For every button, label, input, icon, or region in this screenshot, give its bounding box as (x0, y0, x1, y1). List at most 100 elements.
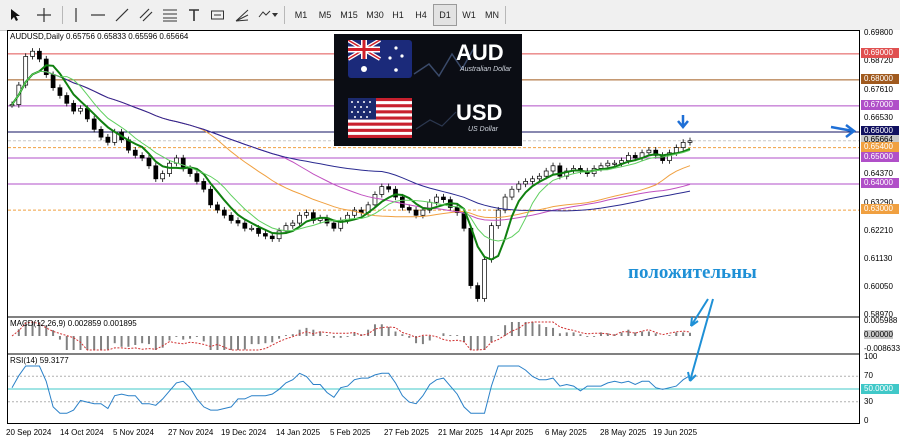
timeframe-h4-button[interactable]: H4 (409, 4, 433, 26)
vertical-line-icon[interactable] (66, 4, 86, 26)
candle-body (194, 173, 200, 182)
timeframe-h1-button[interactable]: H1 (386, 4, 410, 26)
candle-body (57, 87, 63, 96)
candle-body (139, 155, 145, 159)
shapes-icon[interactable] (256, 4, 280, 26)
candle-body (543, 170, 549, 177)
candle-body (379, 186, 385, 195)
rsi-tick-label: 30 (864, 396, 873, 406)
candle-body (536, 175, 542, 180)
time-tick-label: 14 Jan 2025 (276, 428, 321, 437)
candle-body (297, 214, 302, 224)
timeframe-m1-button[interactable]: M1 (289, 4, 313, 26)
price-axis[interactable]: 0.69800 0.68720 0.67610 0.66530 0.64370 0.632… (860, 28, 900, 425)
label-icon[interactable] (208, 4, 228, 26)
candle-body (523, 181, 528, 185)
fan-icon[interactable] (232, 4, 252, 26)
candle-body (221, 209, 227, 216)
quote-currency-code: USD (456, 100, 503, 125)
price-tick-label: 0.69800 (864, 28, 893, 37)
timeframe-m15-button[interactable]: M15 (336, 4, 362, 26)
candle-body (263, 233, 268, 237)
annotation-text: положительны (628, 262, 757, 283)
price-level-label: 0.65400 (861, 141, 899, 152)
candle-body (187, 168, 193, 174)
base-currency-name: Australian Dollar (460, 66, 512, 73)
macd-caption: MACD(12,26,9) 0.002859 0.001895 (10, 319, 137, 328)
candle-body (160, 173, 166, 180)
text-icon[interactable] (184, 4, 204, 26)
candle-body (256, 227, 261, 234)
timeframe-m5-button[interactable]: M5 (313, 4, 337, 26)
candle-body (235, 220, 241, 224)
toolbar: M1 M5 M15 M30 H1 H4 D1 W1 MN (0, 0, 900, 31)
cursor-icon[interactable] (6, 4, 24, 26)
time-axis[interactable]: 20 Sep 2024 14 Oct 2024 5 Nov 2024 27 Nov 2… (0, 424, 900, 444)
crosshair-icon[interactable] (34, 4, 54, 26)
candle-body (475, 285, 481, 299)
price-level-label: 0.63000 (861, 204, 899, 215)
candle-body (37, 50, 42, 60)
candle-body (269, 235, 275, 240)
rsi-tick-label: 100 (864, 352, 878, 361)
us-flag-icon (348, 98, 412, 138)
time-tick-label: 27 Feb 2025 (384, 428, 429, 437)
time-tick-label: 6 May 2025 (545, 428, 587, 437)
price-tick-label: 0.64370 (864, 169, 893, 179)
timeframe-w1-button[interactable]: W1 (457, 4, 481, 26)
candle-body (598, 165, 604, 169)
candle-body (605, 162, 611, 167)
time-tick-label: 5 Nov 2024 (113, 428, 154, 437)
candle-body (30, 50, 35, 57)
candle-body (434, 196, 439, 203)
time-tick-label: 21 Mar 2025 (438, 428, 483, 437)
trendline-icon[interactable] (112, 4, 132, 26)
candle-body (516, 183, 522, 190)
candle-body (146, 157, 152, 167)
price-tick-label: 0.67610 (864, 85, 893, 95)
quote-currency-name: US Dollar (468, 126, 498, 133)
candle-body (372, 194, 378, 206)
candle-body (9, 104, 15, 107)
candle-body (91, 118, 97, 130)
macd-tick-label: 0.00000 (864, 330, 893, 339)
timeframe-m30-button[interactable]: M30 (362, 4, 388, 26)
price-level-label: 0.65000 (861, 151, 899, 162)
time-tick-label: 27 Nov 2024 (168, 428, 214, 437)
price-tick-label: 0.60050 (864, 281, 893, 291)
rsi-tick-label: 50.0000 (861, 384, 899, 394)
australian-flag-icon (348, 40, 412, 78)
candle-body (400, 196, 405, 208)
candle-body (50, 74, 56, 89)
rsi-tick-label: 70 (864, 371, 873, 381)
timeframe-mn-button[interactable]: MN (480, 4, 504, 26)
candle-body (441, 196, 446, 200)
fibonacci-icon[interactable] (160, 4, 180, 26)
candle-body (509, 188, 515, 198)
candle-body (64, 95, 70, 104)
candle-body (646, 149, 652, 154)
pointer-arrow-icon (690, 298, 709, 327)
time-tick-label: 14 Apr 2025 (490, 428, 534, 437)
price-level-label: 0.68000 (861, 73, 899, 84)
candle-body (249, 227, 255, 230)
macd-tick-label: 0.005988 (864, 316, 898, 325)
candle-body (290, 222, 296, 227)
channel-icon[interactable] (136, 4, 156, 26)
time-tick-label: 14 Oct 2024 (60, 428, 104, 437)
down-arrow-icon (677, 115, 689, 129)
price-tick-label: 0.61130 (864, 253, 893, 263)
time-tick-label: 19 Dec 2024 (221, 428, 267, 437)
candle-body (530, 178, 535, 182)
right-arrow-icon (830, 124, 857, 138)
currency-pair-banner: AUD Australian Dollar USD US Dollar (334, 34, 522, 146)
time-tick-label: 5 Feb 2025 (330, 428, 371, 437)
timeframe-d1-button[interactable]: D1 (433, 4, 457, 26)
symbol-caption: AUDUSD,Daily 0.65756 0.65833 0.65596 0.6… (10, 32, 189, 41)
candle-body (105, 136, 111, 143)
horizontal-line-icon[interactable] (88, 4, 108, 26)
candle-body (180, 157, 186, 169)
rsi-caption: RSI(14) 59.3177 (10, 356, 69, 365)
price-level-label: 0.64000 (861, 178, 899, 189)
candle-body (98, 128, 104, 138)
